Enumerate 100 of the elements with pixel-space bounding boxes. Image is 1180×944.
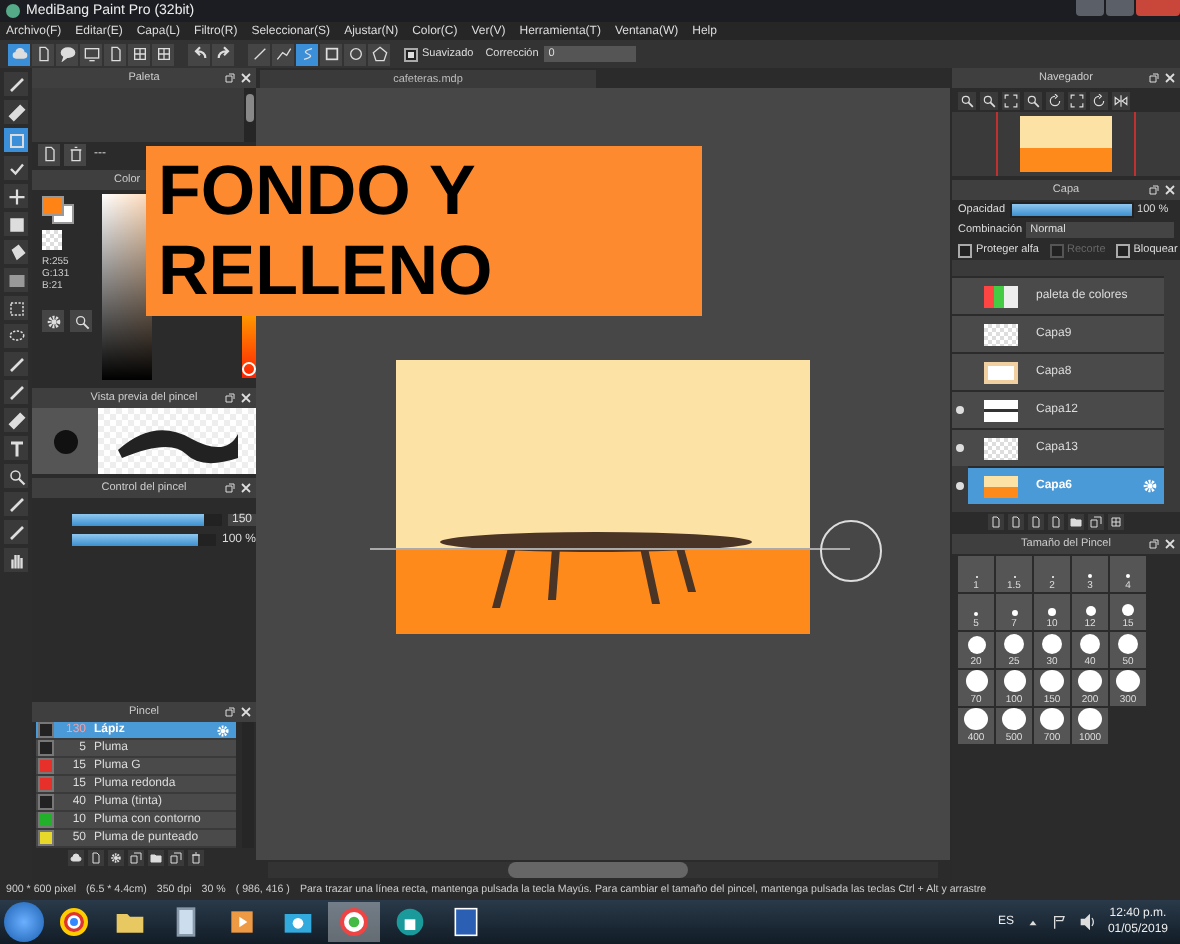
tool-button[interactable] [38,143,60,165]
opacity-slider[interactable] [1009,202,1134,218]
tool-button[interactable] [80,43,102,65]
scrollbar[interactable] [244,88,256,142]
grid-icon [131,46,147,62]
close-button[interactable] [1164,184,1176,196]
tool-button[interactable] [1108,513,1124,529]
scrollbar[interactable] [268,862,938,878]
tool-button[interactable] [1028,513,1044,529]
tool-button[interactable] [344,43,366,65]
tool-button[interactable] [128,849,144,865]
float-icon [224,392,236,404]
tool-button[interactable] [168,849,184,865]
tool-button[interactable] [68,849,84,865]
visibility-dot-icon[interactable] [956,482,964,490]
close-button[interactable] [240,72,252,84]
layer-thumbnail [984,361,1018,383]
tool-button[interactable] [4,548,28,572]
float-button[interactable] [224,72,236,84]
layer-thumbnail [984,285,1018,307]
tool-button[interactable] [320,43,342,65]
transparent-swatch[interactable] [42,230,62,250]
tool-button[interactable] [4,296,28,320]
float-button[interactable] [224,392,236,404]
eraser-icon [7,411,25,429]
tool-button[interactable] [88,849,104,865]
tool-button[interactable] [4,212,28,236]
tool-button[interactable] [4,352,28,376]
tool-button[interactable] [4,184,28,208]
checkbox[interactable] [958,243,972,257]
tool-button[interactable] [4,464,28,488]
float-button[interactable] [1148,184,1160,196]
close-button[interactable] [240,392,252,404]
tool-button[interactable] [108,849,124,865]
caret-up-icon [1025,915,1040,929]
tool-button[interactable] [104,43,126,65]
tool-button[interactable] [1112,91,1130,109]
close-button[interactable] [1164,72,1176,84]
tool-button[interactable] [1068,91,1086,109]
tool-button[interactable] [212,43,234,65]
grid-icon [155,46,171,62]
tool-button[interactable] [1024,91,1042,109]
tool-button[interactable] [4,380,28,404]
checkbox[interactable] [1115,243,1130,257]
start-button[interactable] [4,902,44,942]
app-logo-icon [6,4,20,18]
checkbox[interactable] [404,47,418,61]
tool-button[interactable] [4,240,28,264]
tool-button[interactable] [1046,91,1064,109]
tool-button[interactable] [296,43,318,65]
hue-slider[interactable] [242,314,256,378]
tool-button[interactable] [1048,513,1064,529]
tool-button[interactable] [4,492,28,516]
circle-icon [347,46,363,62]
tool-button[interactable] [1002,91,1020,109]
tool-button[interactable] [1088,513,1104,529]
close-button[interactable] [1164,538,1176,550]
color-field[interactable] [101,194,153,380]
float-button[interactable] [224,482,236,494]
frame-icon [1070,93,1084,107]
tool-button[interactable] [1068,513,1084,529]
tool-button[interactable] [32,43,54,65]
tool-button[interactable] [4,436,28,460]
tool-button[interactable] [368,43,390,65]
gradient-icon [7,271,25,289]
float-button[interactable] [224,706,236,718]
tool-button[interactable] [188,849,204,865]
tool-button[interactable] [8,43,30,65]
tool-button[interactable] [148,849,164,865]
tool-button[interactable] [4,72,28,96]
close-button[interactable] [240,706,252,718]
color-swatches-icon[interactable] [42,196,74,224]
tool-button[interactable] [4,100,28,124]
close-button[interactable] [240,482,252,494]
tool-button[interactable] [70,310,92,332]
visibility-dot-icon[interactable] [956,444,964,452]
tool-button[interactable] [64,143,86,165]
tool-button[interactable] [4,156,28,180]
trash-icon [67,146,83,162]
tool-button[interactable] [980,91,998,109]
tool-button[interactable] [4,408,28,432]
tool-button[interactable] [152,43,174,65]
tool-button[interactable] [1090,91,1108,109]
tool-button[interactable] [188,43,210,65]
tool-button[interactable] [958,91,976,109]
flag-icon [1051,914,1068,930]
tool-button[interactable] [1008,513,1024,529]
bucket-icon [7,243,25,261]
visibility-dot-icon[interactable] [956,406,964,414]
float-button[interactable] [1148,538,1160,550]
tool-button[interactable] [128,43,150,65]
tool-button[interactable] [248,43,270,65]
scrollbar[interactable] [242,722,254,848]
tool-button[interactable] [4,324,28,348]
tool-button[interactable] [42,310,64,332]
tool-button[interactable] [56,43,78,65]
float-button[interactable] [1148,72,1160,84]
tool-button[interactable] [4,520,28,544]
tool-button[interactable] [272,43,294,65]
tool-button[interactable] [988,513,1004,529]
